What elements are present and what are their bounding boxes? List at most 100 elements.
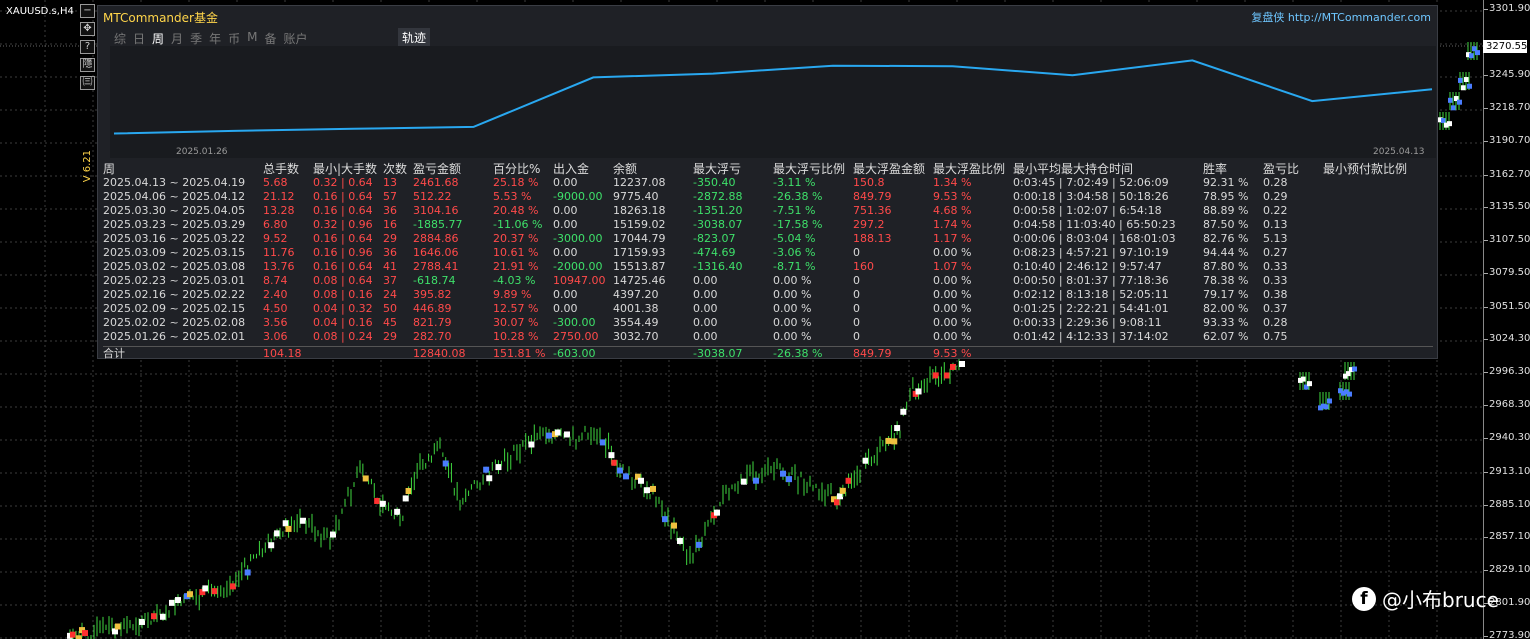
cell-win-rate: 82.00 % [1203, 302, 1249, 315]
cell-win-rate: 78.38 % [1203, 274, 1249, 287]
col-header-max-float-profit[interactable]: 最大浮盈金额 [853, 162, 925, 176]
cell-hold-time: 0:00:58 | 1:02:07 | 6:54:18 [1013, 204, 1162, 217]
tab-period-6[interactable]: 币 [228, 30, 240, 47]
cell-pl-ratio: 0.28 [1263, 316, 1288, 329]
col-header-balance[interactable]: 余额 [613, 162, 637, 176]
col-header-hold-time[interactable]: 最小平均最大持仓时间 [1013, 162, 1133, 176]
col-header-pl-ratio[interactable]: 盈亏比 [1263, 162, 1299, 176]
cell-max-float-loss: 0.00 [693, 316, 718, 329]
cell-win-rate: 92.31 % [1203, 176, 1249, 189]
col-header-min-max-lots[interactable]: 最小|大手数 [313, 162, 377, 176]
cell-max-float-profit-pct: 9.53 % [933, 190, 972, 203]
col-header-count[interactable]: 次数 [383, 162, 407, 176]
table-row[interactable]: 2025.02.02 ~ 2025.02.08 3.56 0.04 | 0.16 45… [103, 316, 1433, 330]
col-header-max-float-profit-pct[interactable]: 最大浮盈比例 [933, 162, 1005, 176]
cell-deposit: -9000.00 [553, 190, 603, 203]
site-url[interactable]: http://MTCommander.com [1288, 11, 1431, 24]
table-row[interactable]: 2025.03.23 ~ 2025.03.29 6.80 0.32 | 0.96 16… [103, 218, 1433, 232]
cell-max-float-loss-pct: -8.71 % [773, 260, 816, 273]
col-header-week[interactable]: 周 [103, 162, 115, 176]
cell-balance: 17044.79 [613, 232, 666, 245]
facebook-icon: f [1352, 586, 1376, 611]
table-row[interactable]: 2025.03.30 ~ 2025.04.05 13.28 0.16 | 0.64 3… [103, 204, 1433, 218]
cell-percent: 21.91 % [493, 260, 539, 273]
minimize-button[interactable]: − [80, 4, 95, 18]
tab-period-0[interactable]: 综 [114, 30, 126, 47]
cell-pnl: 3104.16 [413, 204, 459, 217]
cell-max-float-profit-pct: 4.68 % [933, 204, 972, 217]
col-header-min-margin-ratio[interactable]: 最小预付款比例 [1323, 162, 1407, 176]
tab-period-4[interactable]: 季 [190, 30, 202, 47]
tab-track[interactable]: 轨迹 [398, 28, 431, 47]
cell-deposit: 0.00 [553, 246, 578, 259]
restore-button[interactable]: ㈢ [80, 76, 95, 90]
col-header-deposit[interactable]: 出入金 [553, 162, 589, 176]
col-header-percent[interactable]: 百分比% [493, 162, 540, 176]
price-tick: 3301.90 [1483, 3, 1530, 14]
table-header: 周 总手数 最小|大手数 次数 盈亏金额 百分比% 出入金 余额 最大浮亏 最大浮亏比例 最大浮盈金… [103, 162, 1433, 176]
cell-max-float-profit: 751.36 [853, 204, 892, 217]
table-row[interactable]: 2025.02.09 ~ 2025.02.15 4.50 0.04 | 0.32 50… [103, 302, 1433, 316]
table-row[interactable]: 2025.03.09 ~ 2025.03.15 11.76 0.16 | 0.96 3… [103, 246, 1433, 260]
hide-button[interactable]: 隱 [80, 58, 95, 72]
cell-hold-time: 0:01:42 | 4:12:33 | 37:14:02 [1013, 330, 1169, 343]
table-row[interactable]: 2025.03.02 ~ 2025.03.08 13.76 0.16 | 0.64 4… [103, 260, 1433, 274]
cell-max-float-loss-pct: -7.51 % [773, 204, 816, 217]
cell-pnl: 2461.68 [413, 176, 459, 189]
cell-win-rate: 82.76 % [1203, 232, 1249, 245]
version-label: V 6.21 [82, 150, 93, 183]
cell-max-float-loss: 0.00 [693, 288, 718, 301]
site-link[interactable]: 复盘侠 http://MTCommander.com [1251, 9, 1431, 25]
watermark-text: @小布bruce [1382, 588, 1499, 612]
cell-hold-time: 0:00:50 | 8:01:37 | 77:18:36 [1013, 274, 1169, 287]
watermark: f @小布bruce [1352, 584, 1499, 613]
cell-hold-time: 0:01:25 | 2:22:21 | 54:41:01 [1013, 302, 1169, 315]
table-row[interactable]: 2025.03.16 ~ 2025.03.22 9.52 0.16 | 0.64 29… [103, 232, 1433, 246]
col-header-total-lots[interactable]: 总手数 [263, 162, 299, 176]
cell-pl-ratio: 0.37 [1263, 302, 1288, 315]
help-button[interactable]: ? [80, 40, 95, 54]
cell-week: 2025.02.09 ~ 2025.02.15 [103, 302, 246, 315]
table-row[interactable]: 2025.04.06 ~ 2025.04.12 21.12 0.16 | 0.64 5… [103, 190, 1433, 204]
tab-period-9[interactable]: 账户 [283, 30, 307, 47]
col-header-max-float-loss-pct[interactable]: 最大浮亏比例 [773, 162, 845, 176]
cell-count: 29 [383, 232, 397, 245]
cell-max-float-profit-pct: 1.07 % [933, 260, 972, 273]
tab-period-7[interactable]: M [247, 30, 257, 47]
table-row[interactable]: 2025.04.13 ~ 2025.04.19 5.68 0.32 | 0.64 13… [103, 176, 1433, 190]
col-header-pnl[interactable]: 盈亏金额 [413, 162, 461, 176]
col-header-win-rate[interactable]: 胜率 [1203, 162, 1227, 176]
col-header-max-float-loss[interactable]: 最大浮亏 [693, 162, 741, 176]
table-row[interactable]: 2025.02.23 ~ 2025.03.01 8.74 0.08 | 0.64 37… [103, 274, 1433, 288]
cell-total-lots: 4.50 [263, 302, 288, 315]
cell-pnl: 512.22 [413, 190, 452, 203]
cell-percent: 12.57 % [493, 302, 539, 315]
tab-period-8[interactable]: 备 [264, 30, 276, 47]
cell-max-float-profit: 0 [853, 316, 860, 329]
cell-win-rate: 88.89 % [1203, 204, 1249, 217]
cell-balance: 9775.40 [613, 190, 659, 203]
price-tick: 2940.30 [1483, 432, 1530, 443]
total-max-float-loss: -3038.07 [693, 347, 743, 360]
cell-max-float-profit: 150.8 [853, 176, 885, 189]
tab-period-3[interactable]: 月 [171, 30, 183, 47]
cell-max-float-loss-pct: 0.00 % [773, 330, 812, 343]
table-row[interactable]: 2025.01.26 ~ 2025.02.01 3.06 0.08 | 0.24 29… [103, 330, 1433, 344]
cell-percent: 10.61 % [493, 246, 539, 259]
cell-balance: 15159.02 [613, 218, 666, 231]
cell-min-max-lots: 0.08 | 0.16 [313, 288, 373, 301]
cell-max-float-profit: 0 [853, 302, 860, 315]
cell-max-float-profit: 0 [853, 288, 860, 301]
total-pnl: 12840.08 [413, 347, 466, 360]
table-row[interactable]: 2025.02.16 ~ 2025.02.22 2.40 0.08 | 0.16 24… [103, 288, 1433, 302]
tab-period-2[interactable]: 周 [152, 30, 164, 47]
price-axis[interactable]: 3301.90 3245.90 3218.70 3190.70 3162.70 3135.… [1483, 0, 1530, 639]
cell-max-float-loss-pct: -3.06 % [773, 246, 816, 259]
cell-min-max-lots: 0.32 | 0.96 [313, 218, 373, 231]
tab-period-1[interactable]: 日 [133, 30, 145, 47]
move-icon[interactable]: ✥ [80, 22, 95, 36]
cell-percent: 5.53 % [493, 190, 532, 203]
tab-period-5[interactable]: 年 [209, 30, 221, 47]
cell-pl-ratio: 5.13 [1263, 232, 1288, 245]
stats-panel: MTCommander基金 复盘侠 http://MTCommander.com… [97, 5, 1438, 360]
